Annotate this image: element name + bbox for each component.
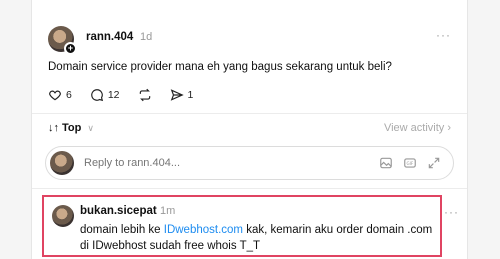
like-count: 6 (66, 89, 72, 101)
reply-input[interactable] (84, 157, 344, 169)
expand-icon[interactable] (427, 156, 441, 170)
post-timestamp: 1d (140, 31, 153, 43)
gif-icon[interactable]: GIF (403, 156, 417, 170)
comment-timestamp: 1m (160, 205, 176, 217)
comment-count: 12 (107, 89, 120, 101)
post-text: Domain service provider mana eh yang bag… (48, 61, 392, 73)
heart-icon (49, 90, 61, 101)
sort-bar: ↓↑ Top ∨ View activity › (48, 122, 451, 140)
post-actions: 6 12 1 (48, 88, 193, 102)
post-more-icon[interactable]: ··· (436, 28, 451, 42)
comment-text: domain lebih ke IDwebhost.com kak, kemar… (80, 222, 440, 254)
avatar (50, 151, 74, 175)
repost-icon (139, 88, 150, 102)
highlighted-comment: bukan.sicepat 1m domain lebih ke IDwebho… (42, 195, 442, 257)
reply-composer[interactable]: GIF (45, 146, 454, 180)
chevron-down-icon: ∨ (87, 122, 94, 133)
comment-more-icon[interactable]: ··· (444, 205, 459, 219)
post-username[interactable]: rann.404 (86, 31, 133, 43)
repost-button[interactable] (138, 88, 152, 102)
sort-arrows-icon: ↓↑ (48, 122, 59, 134)
comment-bubble-icon (91, 89, 103, 102)
image-icon[interactable] (379, 156, 393, 170)
comment-username[interactable]: bukan.sicepat (80, 205, 157, 217)
thread-card: + rann.404 1d ··· Domain service provide… (31, 0, 468, 259)
view-activity-link[interactable]: View activity › (384, 122, 451, 134)
send-icon (170, 89, 184, 101)
like-button[interactable]: 6 (48, 88, 72, 102)
share-button[interactable]: 1 (170, 88, 194, 102)
sort-dropdown[interactable]: ↓↑ Top ∨ (48, 122, 94, 134)
divider (32, 113, 467, 114)
reply-tools: GIF (379, 156, 441, 170)
svg-text:GIF: GIF (407, 161, 414, 166)
follow-plus-icon[interactable]: + (64, 42, 77, 55)
share-count: 1 (187, 89, 194, 101)
divider (32, 188, 467, 189)
comment-button[interactable]: 12 (90, 88, 120, 102)
comment-link[interactable]: IDwebhost.com (164, 224, 243, 236)
sort-label: Top (62, 122, 82, 134)
avatar[interactable] (52, 205, 74, 227)
comment-text-part: domain lebih ke (80, 224, 164, 236)
